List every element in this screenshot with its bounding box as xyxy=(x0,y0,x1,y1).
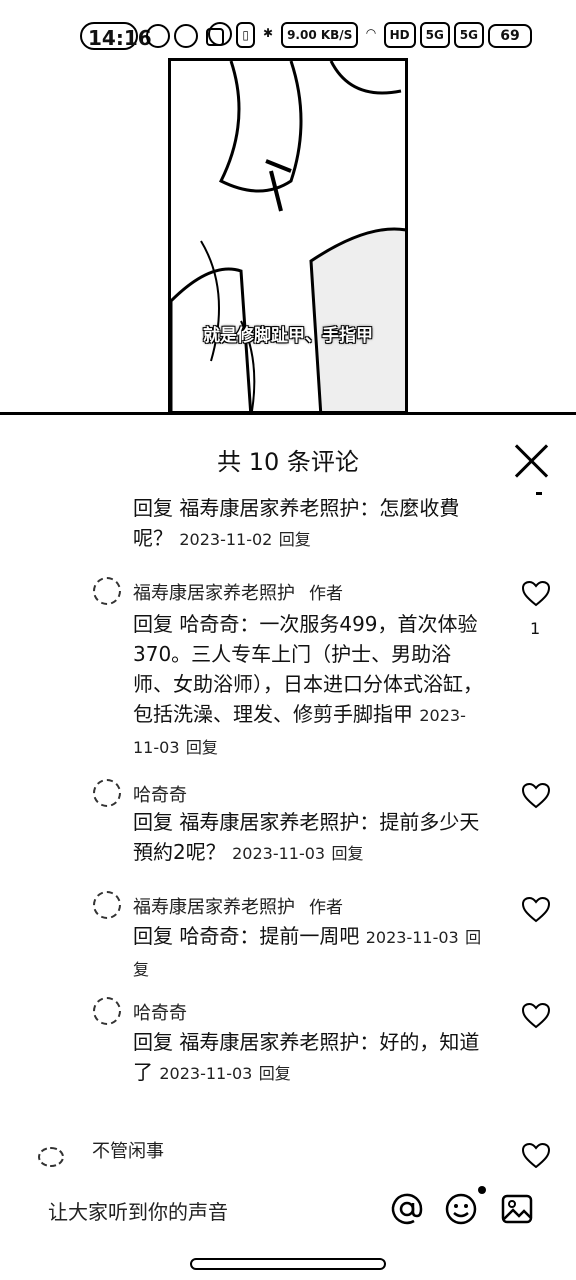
author-tag: 作者 xyxy=(309,898,343,918)
reply-date: 2023-11-03 xyxy=(232,844,326,863)
reply-body: 回复 福寿康居家养老照护：提前多少天預約2呢？ 2023-11-03 回复 xyxy=(133,807,485,869)
bluetooth-icon: ✱ xyxy=(263,26,274,40)
heart-icon[interactable] xyxy=(522,783,550,809)
username-text: 福寿康居家养老照护 xyxy=(133,897,295,918)
reply-body: 回复 哈奇奇：一次服务499，首次体验370。三人专车上门（护士、男助浴师、女助… xyxy=(133,609,485,763)
home-indicator[interactable] xyxy=(190,1258,386,1270)
heart-icon[interactable] xyxy=(522,1003,550,1029)
heart-icon[interactable] xyxy=(522,581,550,607)
status-right-icons: ▯ ✱ 9.00 KB/S ◠ HD 5G 5G 69 xyxy=(208,22,532,48)
vibrate-icon: ▯ xyxy=(236,22,256,48)
comments-title: 共 10 条评论 xyxy=(217,448,359,476)
reply-date: 2023-11-02 xyxy=(179,530,273,549)
avatar[interactable] xyxy=(93,891,121,919)
reply-date: 2023-11-03 xyxy=(159,1064,253,1083)
avatar[interactable] xyxy=(93,577,121,605)
image-icon[interactable] xyxy=(500,1192,534,1226)
reply-body: 回复 福寿康居家养老照护：怎麼收費呢？ 2023-11-02 回复 xyxy=(133,493,485,555)
signal-2: 5G xyxy=(453,22,484,48)
avatar[interactable] xyxy=(93,779,121,807)
comment-input-bar: 让大家听到你的声音 xyxy=(0,1168,576,1252)
reply-username[interactable]: 哈奇奇 xyxy=(133,999,187,1025)
reply-button[interactable]: 回复 xyxy=(186,738,218,757)
video-subtitle: 就是修脚趾甲、手指甲 xyxy=(203,326,373,346)
comment-input[interactable]: 让大家听到你的声音 xyxy=(48,1196,228,1225)
comments-panel: 共 10 条评论 回复 福寿康居家养老照护：怎麼收費呢？ 2023-11-02 … xyxy=(0,415,576,1280)
wechat-icon xyxy=(146,24,170,48)
username-text: 福寿康居家养老照护 xyxy=(133,583,295,604)
reply-username[interactable]: 福寿康居家养老照护 作者 xyxy=(133,579,343,605)
video-frame xyxy=(171,61,405,411)
reply-button[interactable]: 回复 xyxy=(279,530,311,549)
scroll-indicator xyxy=(536,492,542,495)
heart-icon[interactable] xyxy=(522,897,550,923)
reply-username[interactable]: 福寿康居家养老照护 作者 xyxy=(133,893,343,919)
reply-button[interactable]: 回复 xyxy=(259,1064,291,1083)
wifi-icon: ◠ xyxy=(366,26,376,40)
at-icon[interactable] xyxy=(390,1192,424,1226)
reply-button[interactable]: 回复 xyxy=(331,844,363,863)
avatar[interactable] xyxy=(93,997,121,1025)
comment-username[interactable]: 不管闲事 xyxy=(92,1137,164,1163)
avatar[interactable] xyxy=(38,1147,64,1167)
alarm-icon xyxy=(208,22,233,46)
status-time: 14:16 xyxy=(80,22,152,50)
hd-badge: HD xyxy=(383,22,416,48)
reply-username[interactable]: 哈奇奇 xyxy=(133,781,187,807)
emoji-icon[interactable] xyxy=(444,1192,478,1226)
reply-body: 回复 哈奇奇：提前一周吧 2023-11-03 回复 xyxy=(133,921,485,985)
like-count: 1 xyxy=(530,619,541,638)
status-bar: 14:16 ▯ ✱ 9.00 KB/S ◠ HD 5G 5G 69 xyxy=(0,0,576,62)
notification-dot xyxy=(478,1186,486,1194)
reply-body: 回复 福寿康居家养老照护：好的，知道了 2023-11-03 回复 xyxy=(133,1027,485,1089)
video-player[interactable]: 就是修脚趾甲、手指甲 xyxy=(168,58,408,414)
battery-level: 69 xyxy=(488,24,532,48)
signal-1: 5G xyxy=(419,22,450,48)
close-icon[interactable] xyxy=(514,443,550,479)
heart-icon[interactable] xyxy=(522,1143,550,1169)
reply-text: 回复 哈奇奇：提前一周吧 xyxy=(133,924,360,948)
net-speed: 9.00 KB/S xyxy=(281,22,359,48)
tiktok-icon xyxy=(174,24,198,48)
reply-date: 2023-11-03 xyxy=(365,928,459,947)
author-tag: 作者 xyxy=(309,584,343,604)
